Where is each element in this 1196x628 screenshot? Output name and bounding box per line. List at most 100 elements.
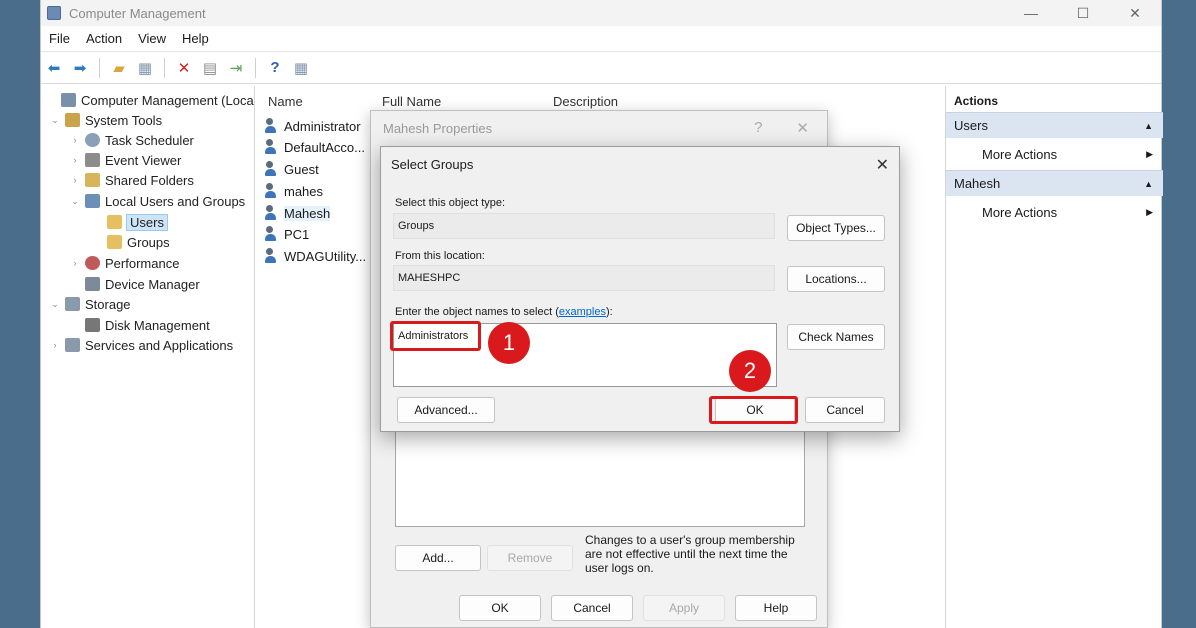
- back-arrow-icon[interactable]: ⬅: [43, 57, 65, 79]
- list-item[interactable]: DefaultAcco...: [265, 137, 365, 157]
- toolbar: ⬅ ➡ ▰ ▦ ✕ ▤ ⇥ ? ▦: [41, 52, 1161, 84]
- tree-item-groups[interactable]: Groups: [91, 232, 170, 252]
- help-icon[interactable]: ?: [264, 57, 286, 79]
- show-hide-tree-icon[interactable]: ▦: [134, 57, 156, 79]
- tree-item-disk-management[interactable]: Disk Management: [69, 315, 210, 335]
- object-types-button[interactable]: Object Types...: [787, 215, 885, 241]
- tree-item-users[interactable]: Users: [91, 212, 168, 232]
- up-folder-icon[interactable]: ▰: [108, 57, 130, 79]
- menu-bar: File Action View Help: [41, 26, 1161, 52]
- more-actions-users[interactable]: More Actions ▶: [946, 138, 1163, 170]
- list-item[interactable]: PC1: [265, 224, 309, 244]
- shared-folder-icon: [85, 173, 100, 187]
- expand-chevron-icon[interactable]: ⌄: [69, 196, 81, 207]
- expand-chevron-icon[interactable]: ›: [69, 155, 81, 165]
- services-icon: [65, 338, 80, 352]
- location-field: MAHESHPC: [393, 265, 775, 291]
- users-group-icon: [85, 194, 100, 208]
- actions-section-users[interactable]: Users ▲: [946, 112, 1163, 138]
- location-label: From this location:: [395, 250, 485, 262]
- properties-cancel-button[interactable]: Cancel: [551, 595, 633, 621]
- user-icon: [265, 226, 281, 242]
- close-icon[interactable]: ✕: [876, 155, 889, 175]
- menu-action[interactable]: Action: [78, 31, 130, 46]
- console-tree: Computer Management (Local) ⌄ System Too…: [41, 86, 255, 628]
- properties-close-button[interactable]: ✕: [796, 119, 809, 137]
- user-icon: [265, 183, 281, 199]
- maximize-button[interactable]: ☐: [1057, 0, 1109, 26]
- tree-item-services-and-applications[interactable]: › Services and Applications: [49, 335, 234, 355]
- help-question-button[interactable]: ?: [754, 119, 762, 137]
- step-2-badge: 2: [729, 350, 771, 392]
- export-list-icon[interactable]: ⇥: [225, 57, 247, 79]
- properties-help-button[interactable]: Help: [735, 595, 817, 621]
- tree-item-performance[interactable]: › Performance: [69, 253, 180, 273]
- forward-arrow-icon[interactable]: ➡: [69, 57, 91, 79]
- locations-button[interactable]: Locations...: [787, 266, 885, 292]
- expand-chevron-icon[interactable]: ›: [69, 258, 81, 268]
- expand-chevron-icon[interactable]: ⌄: [49, 299, 61, 310]
- computer-icon: [61, 93, 76, 107]
- user-icon: [265, 118, 281, 134]
- performance-icon: [85, 256, 100, 270]
- tree-item-local-users-and-groups[interactable]: ⌄ Local Users and Groups: [69, 191, 245, 211]
- expand-chevron-icon[interactable]: ›: [69, 175, 81, 185]
- object-type-label: Select this object type:: [395, 197, 506, 209]
- highlight-ok-button: [709, 396, 798, 424]
- tree-item-shared-folders[interactable]: › Shared Folders: [69, 170, 194, 190]
- check-names-button[interactable]: Check Names: [787, 324, 885, 350]
- tree-item-device-manager[interactable]: Device Manager: [69, 274, 200, 294]
- expand-chevron-icon[interactable]: ›: [49, 340, 61, 350]
- user-icon: [265, 139, 281, 155]
- list-item[interactable]: Administrator: [265, 116, 361, 136]
- tree-item-task-scheduler[interactable]: › Task Scheduler: [69, 130, 194, 150]
- window-title: Computer Management: [69, 5, 206, 21]
- member-of-list[interactable]: [395, 431, 805, 527]
- more-actions-mahesh[interactable]: More Actions ▶: [946, 196, 1163, 228]
- cancel-button[interactable]: Cancel: [805, 397, 885, 423]
- actions-section-mahesh[interactable]: Mahesh ▲: [946, 170, 1163, 196]
- submenu-arrow-icon: ▶: [1146, 148, 1153, 159]
- list-item[interactable]: WDAGUtility...: [265, 246, 366, 266]
- highlight-object-names: [390, 321, 481, 351]
- tree-item-computer-management[interactable]: Computer Management (Local): [45, 90, 254, 110]
- remove-button[interactable]: Remove: [487, 545, 573, 571]
- disk-icon: [85, 318, 100, 332]
- actions-pane: Actions Users ▲ More Actions ▶ Mahesh ▲ …: [945, 86, 1163, 628]
- menu-file[interactable]: File: [41, 31, 78, 46]
- collapse-triangle-icon[interactable]: ▲: [1144, 179, 1153, 189]
- examples-link[interactable]: examples: [559, 306, 606, 318]
- delete-icon[interactable]: ✕: [173, 57, 195, 79]
- title-bar: Computer Management — ☐ ✕: [41, 0, 1161, 26]
- object-type-field: Groups: [393, 213, 775, 239]
- select-groups-dialog: Select Groups ✕ Select this object type:…: [380, 146, 900, 432]
- close-button[interactable]: ✕: [1109, 0, 1161, 26]
- minimize-button[interactable]: —: [1005, 0, 1057, 26]
- folder-icon: [107, 215, 122, 229]
- advanced-button[interactable]: Advanced...: [397, 397, 495, 423]
- toolbar-divider: [164, 57, 165, 78]
- menu-help[interactable]: Help: [174, 31, 217, 46]
- menu-view[interactable]: View: [130, 31, 174, 46]
- properties-icon[interactable]: ▤: [199, 57, 221, 79]
- step-1-badge: 1: [488, 322, 530, 364]
- expand-chevron-icon[interactable]: ⌄: [49, 115, 61, 126]
- submenu-arrow-icon: ▶: [1146, 206, 1153, 217]
- apply-button[interactable]: Apply: [643, 595, 725, 621]
- tree-item-system-tools[interactable]: ⌄ System Tools: [49, 110, 162, 130]
- column-header-name[interactable]: Name: [268, 94, 303, 112]
- object-names-label: Enter the object names to select (exampl…: [395, 306, 613, 318]
- toolbar-divider: [99, 57, 100, 78]
- list-item[interactable]: mahes: [265, 181, 323, 201]
- add-button[interactable]: Add...: [395, 545, 481, 571]
- list-item[interactable]: Guest: [265, 159, 319, 179]
- properties-ok-button[interactable]: OK: [459, 595, 541, 621]
- list-item[interactable]: Mahesh: [265, 203, 331, 223]
- tree-item-storage[interactable]: ⌄ Storage: [49, 294, 130, 314]
- expand-chevron-icon[interactable]: ›: [69, 135, 81, 145]
- folder-icon: [107, 235, 122, 249]
- action-pane-icon[interactable]: ▦: [290, 57, 312, 79]
- collapse-triangle-icon[interactable]: ▲: [1144, 121, 1153, 131]
- event-viewer-icon: [85, 153, 100, 167]
- tree-item-event-viewer[interactable]: › Event Viewer: [69, 150, 182, 170]
